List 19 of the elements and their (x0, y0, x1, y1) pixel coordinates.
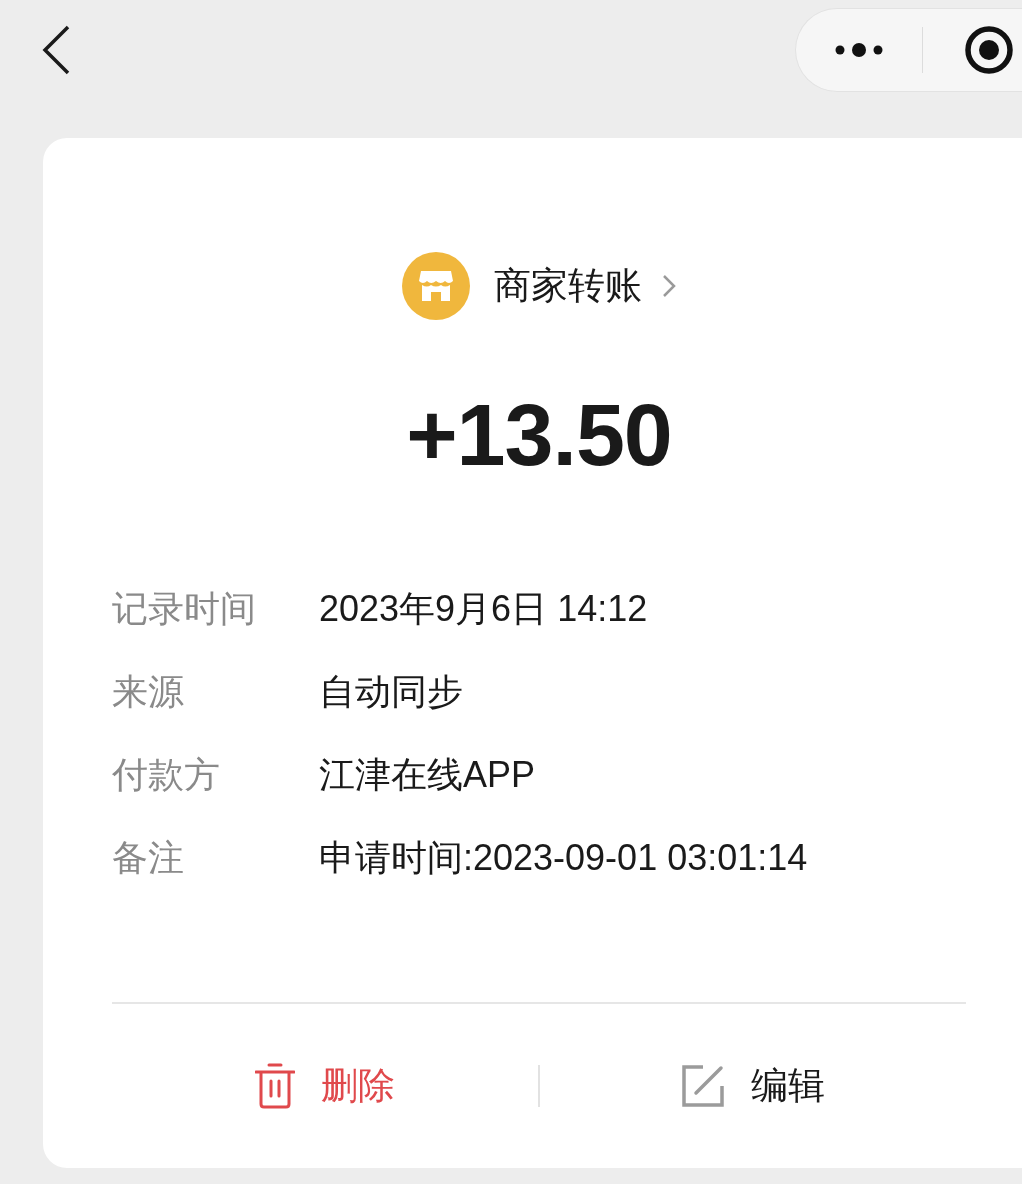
more-icon[interactable] (835, 43, 883, 57)
detail-value: 江津在线APP (319, 752, 536, 797)
detail-label: 付款方 (112, 752, 220, 797)
shop-icon (402, 252, 470, 320)
target-icon[interactable] (965, 26, 1013, 74)
trash-icon (255, 1063, 295, 1109)
detail-label: 备注 (112, 835, 184, 880)
delete-button[interactable]: 删除 (255, 1062, 395, 1110)
detail-value: 申请时间:2023-09-01 03:01:14 (319, 835, 808, 880)
back-icon[interactable] (42, 25, 70, 75)
detail-value: 2023年9月6日 14:12 (319, 586, 648, 631)
detail-label: 来源 (112, 669, 184, 714)
chevron-right-icon[interactable] (662, 274, 676, 298)
edit-button[interactable]: 编辑 (681, 1062, 825, 1110)
edit-icon (681, 1064, 725, 1108)
detail-value: 自动同步 (319, 669, 463, 714)
detail-label: 记录时间 (112, 586, 256, 631)
amount-text: +13.50 (406, 391, 672, 479)
merchant-title[interactable]: 商家转账 (494, 262, 642, 310)
